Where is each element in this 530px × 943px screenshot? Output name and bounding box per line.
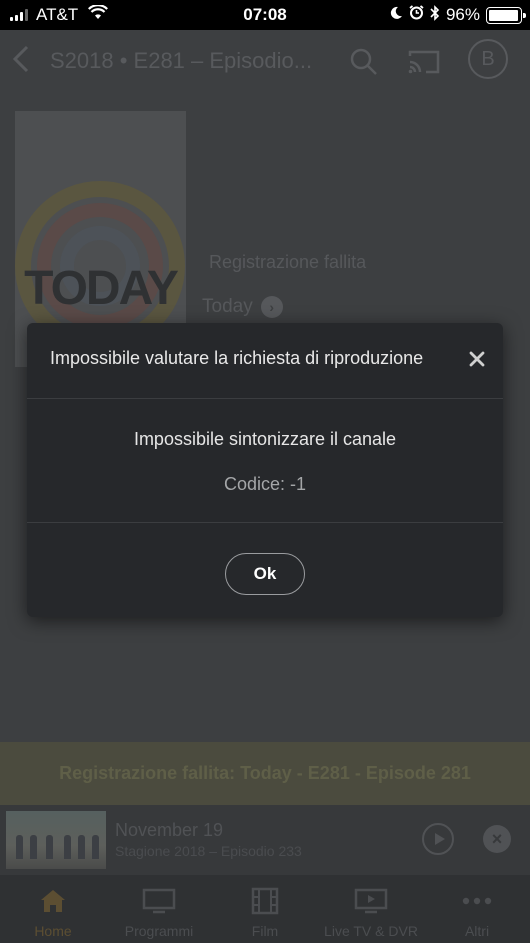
moon-icon bbox=[389, 5, 403, 25]
signal-icon bbox=[10, 9, 30, 21]
wifi-icon bbox=[88, 4, 109, 25]
ok-button[interactable]: Ok bbox=[225, 553, 305, 595]
carrier-label: AT&T bbox=[36, 5, 79, 24]
error-code: Codice: -1 bbox=[223, 474, 307, 494]
close-icon[interactable] bbox=[467, 349, 487, 369]
bluetooth-icon bbox=[430, 4, 440, 26]
error-dialog: Impossibile valutare la richiesta di rip… bbox=[27, 323, 503, 617]
dialog-message: Impossibile sintonizzare il canale bbox=[133, 429, 397, 449]
status-bar: AT&T 07:08 96% bbox=[0, 0, 530, 30]
battery-icon bbox=[486, 6, 526, 24]
dialog-body: Impossibile sintonizzare il canale Codic… bbox=[27, 400, 503, 523]
dialog-title: Impossibile valutare la richiesta di rip… bbox=[50, 348, 424, 368]
alarm-icon bbox=[409, 5, 424, 25]
battery-percent: 96% bbox=[445, 5, 480, 24]
dialog-header: Impossibile valutare la richiesta di rip… bbox=[27, 323, 503, 399]
